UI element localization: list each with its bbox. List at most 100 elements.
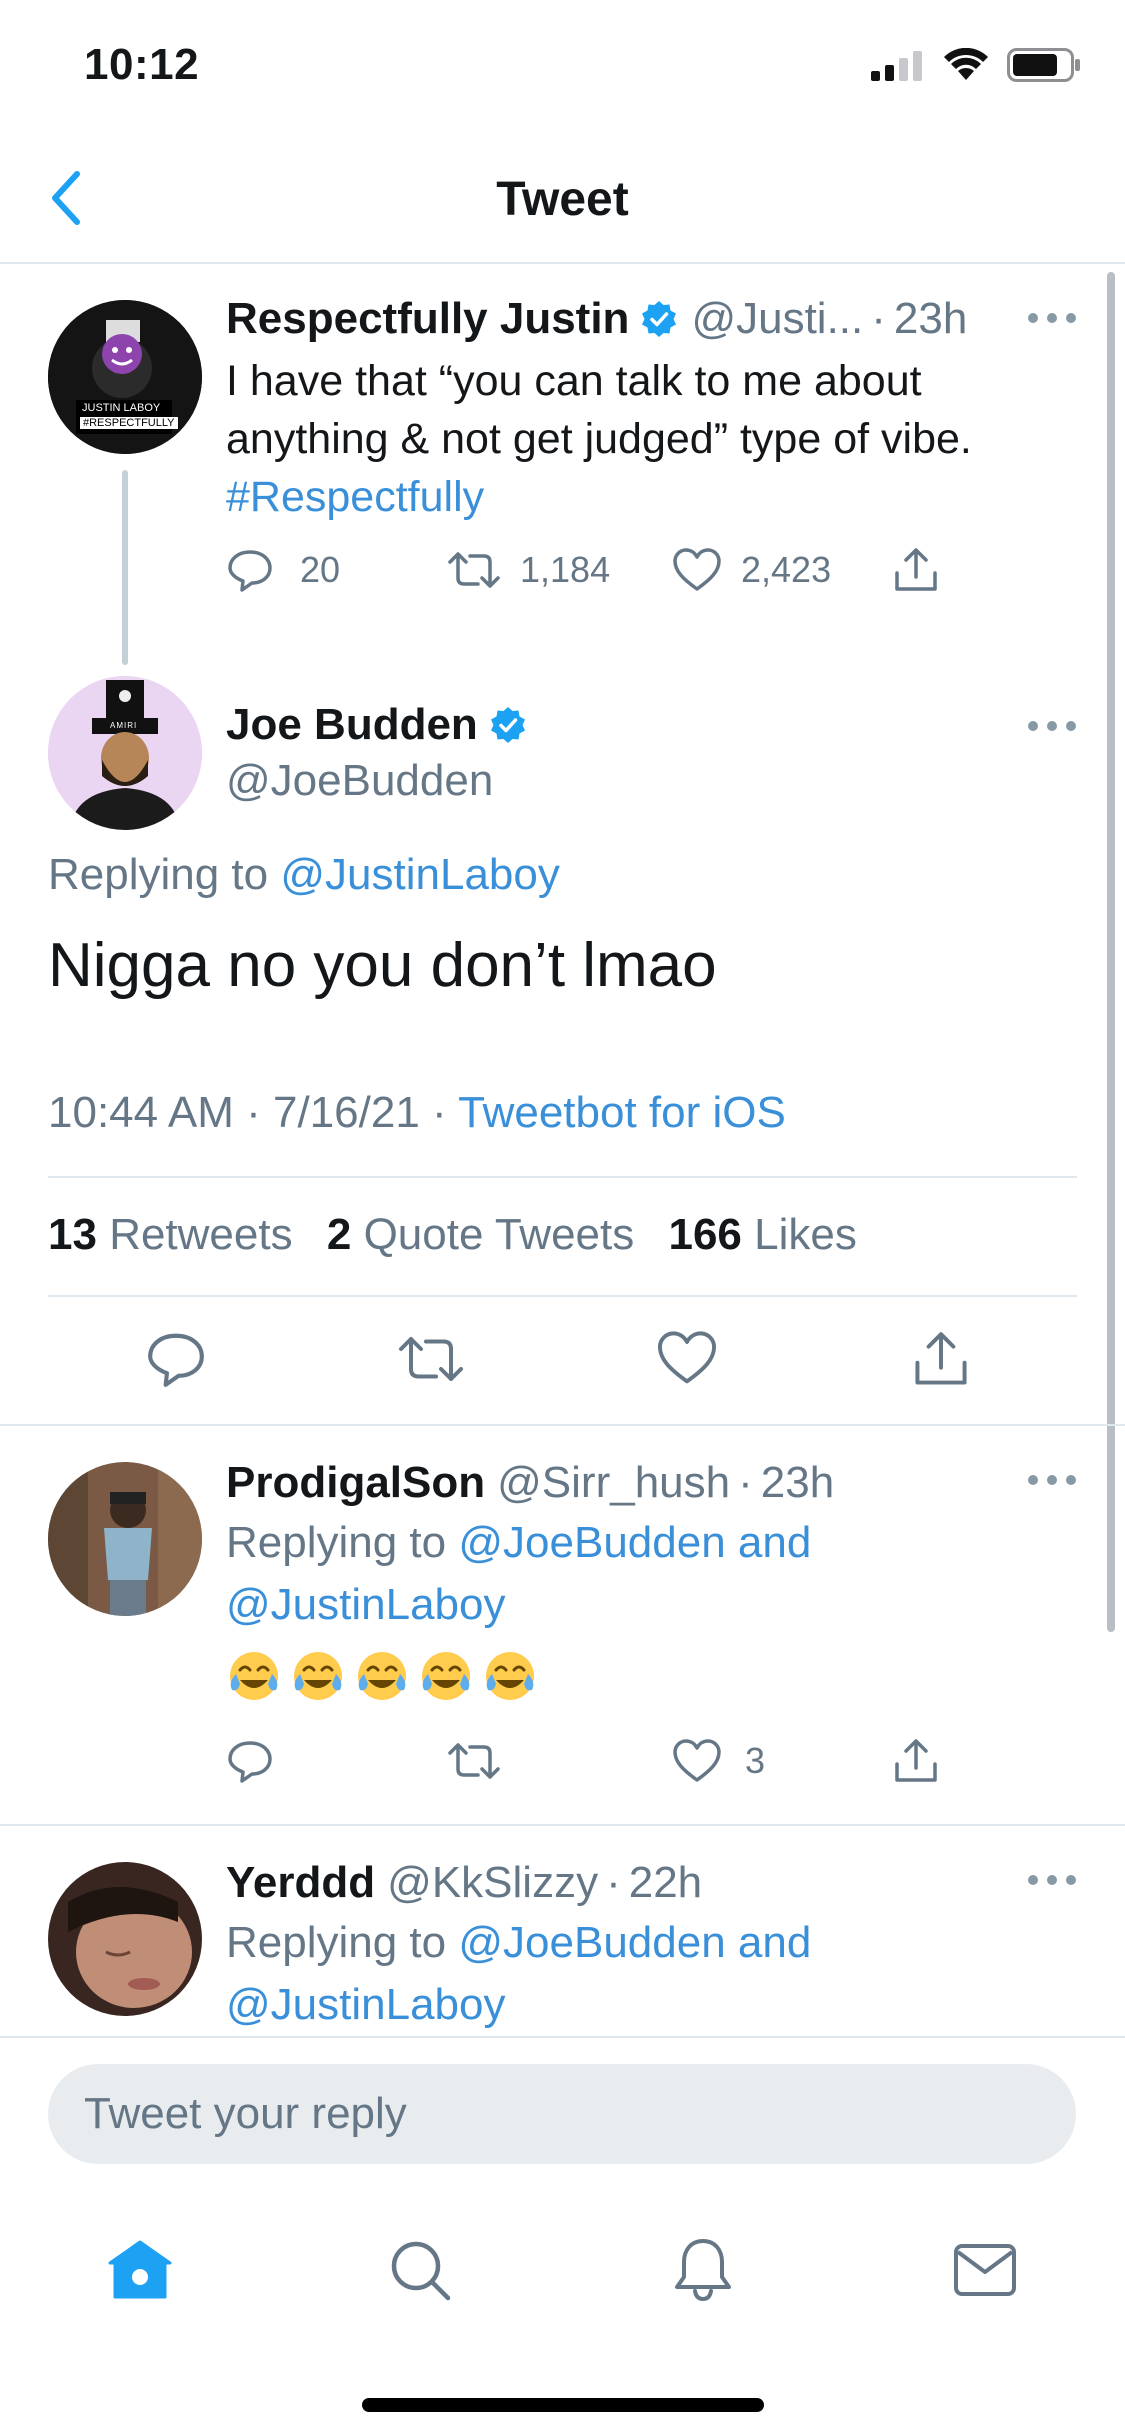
author-name[interactable]: Respectfully Justin [226, 294, 629, 344]
avatar[interactable]: JUSTIN LABOY #RESPECTFULLY [48, 300, 202, 454]
parent-tweet-header: Respectfully Justin @Justi... · 23h [226, 294, 967, 344]
retweet-button[interactable]: 1,184 [446, 546, 671, 594]
messages-icon [954, 2244, 1016, 2296]
replying-to-link[interactable]: @JustinLaboy [280, 850, 560, 899]
reply-input[interactable]: Tweet your reply [48, 2064, 1076, 2164]
author-handle[interactable]: @JoeBudden [226, 756, 493, 806]
retweets-count: 13 [48, 1210, 97, 1259]
status-time: 10:12 [84, 40, 200, 89]
reply-button[interactable]: 20 [226, 546, 446, 594]
wifi-icon [944, 48, 988, 80]
tweet-text-line-2: anything & not get judged” type of vibe. [226, 415, 972, 463]
emoji-row [226, 1648, 538, 1704]
more-button[interactable] [1028, 1470, 1076, 1490]
author-name[interactable]: Yerddd [226, 1858, 375, 1908]
reply-button[interactable] [226, 1737, 446, 1785]
parent-tweet-actions: 20 1,184 2,423 [226, 545, 946, 595]
retweets-label: Retweets [109, 1210, 293, 1259]
tears-of-joy-emoji-icon [486, 1652, 534, 1700]
replying-to-link[interactable]: @JoeBudden and [458, 1918, 811, 1967]
share-icon [895, 548, 937, 591]
avatar-image [48, 1862, 202, 2016]
more-icon [1028, 1875, 1038, 1885]
avatar-image [48, 1462, 202, 1616]
author-handle[interactable]: @Justi... [691, 294, 863, 344]
replying-to-link[interactable]: @JustinLaboy [226, 1574, 811, 1636]
retweet-button[interactable] [396, 1328, 466, 1390]
home-icon [108, 2240, 172, 2299]
author-handle[interactable]: @KkSlizzy [387, 1858, 598, 1908]
reply-icon [228, 1741, 272, 1783]
avatar[interactable] [48, 1862, 202, 2016]
retweets-stat[interactable]: 13 Retweets [48, 1210, 293, 1259]
thread-connector [122, 470, 128, 665]
signal-icon [871, 51, 922, 81]
retweet-icon [399, 1337, 463, 1381]
share-button[interactable] [910, 1328, 972, 1390]
author-name[interactable]: ProdigalSon [226, 1458, 485, 1508]
tweet-client-link[interactable]: Tweetbot for iOS [458, 1088, 786, 1137]
home-indicator[interactable] [362, 2398, 764, 2412]
reply-replying-to: Replying to @JoeBudden and @JustinLaboy [226, 1512, 811, 1636]
page-title: Tweet [496, 173, 629, 226]
quotes-label: Quote Tweets [363, 1210, 635, 1259]
status-bar: 10:12 [0, 0, 1125, 132]
like-button[interactable] [655, 1328, 719, 1388]
tweet-text: I have that “you can talk to me about an… [226, 352, 972, 526]
replying-to-prefix: Replying to [48, 850, 269, 899]
reply-icon [148, 1333, 204, 1387]
tab-home[interactable] [100, 2230, 180, 2310]
replying-to: Replying to @JustinLaboy [48, 850, 560, 900]
battery-icon [1007, 48, 1080, 82]
like-icon [673, 548, 721, 591]
replying-to-prefix: Replying to [226, 1518, 447, 1567]
main-tweet-author: Joe Budden [226, 700, 540, 750]
tab-notifications[interactable] [663, 2230, 743, 2310]
author-handle[interactable]: @Sirr_hush [497, 1458, 730, 1508]
likes-count: 166 [668, 1210, 742, 1259]
tweet-time: 22h [628, 1858, 703, 1907]
more-icon [1028, 313, 1038, 323]
tab-messages[interactable] [945, 2230, 1025, 2310]
like-icon [673, 1739, 721, 1782]
scrollbar[interactable] [1107, 272, 1115, 1632]
reply-actions: 3 [226, 1736, 946, 1786]
like-button[interactable]: 2,423 [671, 546, 891, 594]
likes-label: Likes [754, 1210, 857, 1259]
replying-to-prefix: Replying to [226, 1918, 447, 1967]
tweet-timestamp: 10:44 AM · 7/16/21 · [48, 1088, 447, 1137]
reply-button[interactable] [145, 1328, 207, 1390]
avatar-image [48, 300, 202, 454]
hashtag-link[interactable]: #Respectfully [226, 468, 972, 526]
retweet-icon [448, 1743, 500, 1779]
more-button[interactable] [1028, 1870, 1076, 1890]
share-icon [895, 1739, 937, 1782]
divider [0, 1424, 1125, 1426]
avatar[interactable]: AMIRI [48, 676, 202, 830]
more-button[interactable] [1028, 308, 1076, 328]
tears-of-joy-emoji-icon [358, 1652, 406, 1700]
quotes-count: 2 [326, 1210, 352, 1259]
nav-bar: Tweet [0, 132, 1125, 264]
tweet-time: 23h [760, 1458, 835, 1507]
reply-icon [228, 550, 272, 592]
likes-stat[interactable]: 166 Likes [668, 1210, 856, 1259]
author-name[interactable]: Joe Budden [226, 700, 478, 750]
more-button[interactable] [1028, 716, 1076, 736]
share-button[interactable] [891, 545, 941, 595]
tab-search[interactable] [380, 2230, 460, 2310]
share-button[interactable] [891, 1736, 941, 1786]
retweet-button[interactable] [446, 1737, 671, 1785]
tweet-meta: 10:44 AM · 7/16/21 · Tweetbot for iOS [48, 1088, 786, 1138]
more-icon [1028, 721, 1038, 731]
notifications-icon [675, 2239, 731, 2302]
replying-to-link[interactable]: @JoeBudden and [458, 1518, 811, 1567]
reply-replying-to: Replying to @JoeBudden and @JustinLaboy [226, 1912, 811, 2036]
more-icon [1028, 1475, 1038, 1485]
quotes-stat[interactable]: 2 Quote Tweets [327, 1210, 634, 1259]
retweet-icon [448, 552, 500, 588]
like-button[interactable]: 3 [671, 1737, 891, 1785]
avatar[interactable] [48, 1462, 202, 1616]
replying-to-link[interactable]: @JustinLaboy [226, 1974, 811, 2036]
divider [48, 1295, 1077, 1297]
